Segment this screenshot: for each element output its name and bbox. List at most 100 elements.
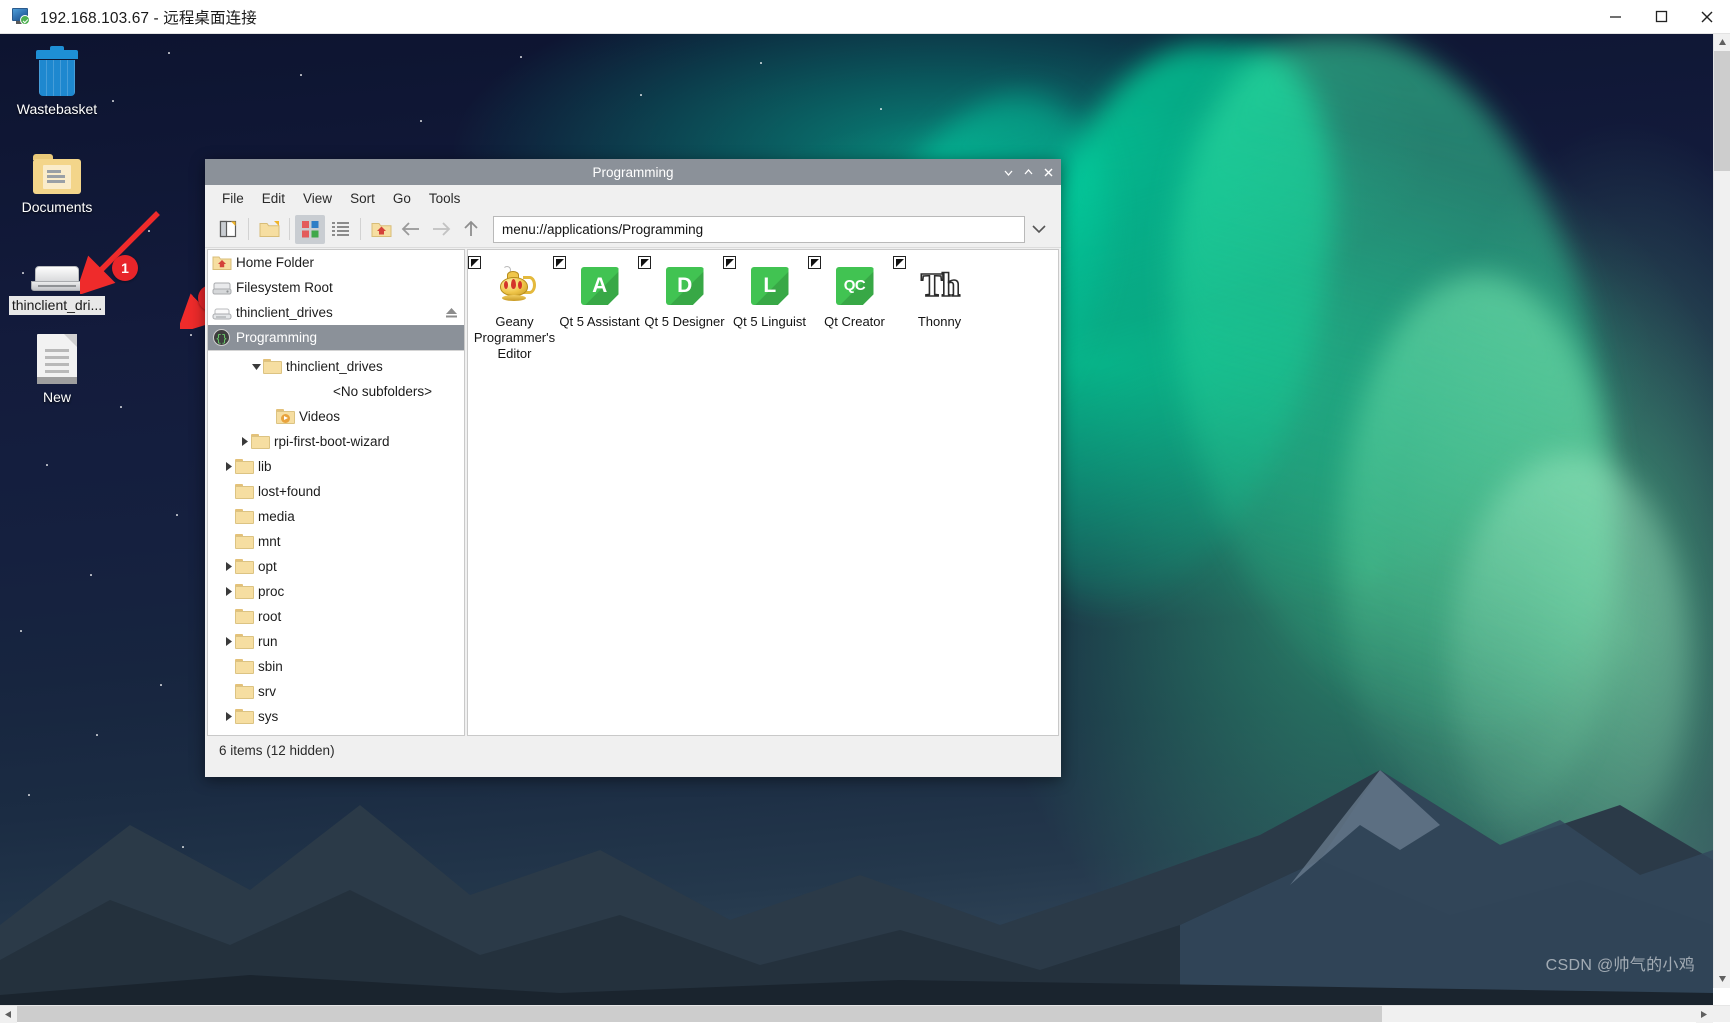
arrow-right-icon[interactable] [426,215,456,244]
new-folder-icon[interactable] [254,215,284,244]
horizontal-scroll-thumb[interactable] [17,1006,1382,1022]
symlink-emblem-icon [468,256,481,269]
drive-icon [1,236,113,292]
tree-row[interactable]: run [208,629,464,654]
place-thinclient-drives[interactable]: thinclient_drives [208,300,464,325]
directory-tree[interactable]: thinclient_drives <No subfolders> Videos [208,351,464,735]
menu-file[interactable]: File [214,188,252,209]
app-item-qt5-assistant[interactable]: A Qt 5 Assistant [557,258,642,362]
eject-icon[interactable] [445,306,458,322]
folder-icon [263,359,282,374]
vertical-scrollbar[interactable] [1713,34,1730,988]
tree-label: run [258,634,278,649]
chevron-down-icon[interactable] [1025,216,1053,243]
app-item-label: Qt 5 Assistant [557,314,642,330]
menu-go[interactable]: Go [385,188,419,209]
close-icon[interactable] [1039,161,1057,183]
tree-label: root [258,609,281,624]
chevron-right-icon[interactable] [238,429,251,454]
tree-row[interactable]: thinclient_drives [208,354,464,379]
menu-edit[interactable]: Edit [254,188,293,209]
scroll-left-icon[interactable] [0,1006,17,1023]
app-item-geany[interactable]: Geany Programmer's Editor [472,258,557,362]
symlink-emblem-icon [553,256,566,269]
desktop-icon-thinclient-drives[interactable]: thinclient_dri... [1,236,113,315]
tree-row: <No subfolders> [208,379,464,404]
place-home-folder[interactable]: Home Folder [208,250,464,275]
tree-label: thinclient_drives [286,359,383,374]
tree-row[interactable]: root [208,604,464,629]
path-value: menu://applications/Programming [502,222,703,237]
chevron-right-icon[interactable] [222,454,235,479]
chevron-down-icon[interactable] [250,354,263,379]
app-item-qt5-linguist[interactable]: L Qt 5 Linguist [727,258,812,362]
minimize-icon[interactable] [1592,0,1638,33]
scroll-up-icon[interactable] [1714,34,1730,51]
place-label: Filesystem Root [236,280,333,295]
maximize-icon[interactable] [1638,0,1684,33]
tree-row[interactable]: sbin [208,654,464,679]
annotation-badge-1: 1 [112,255,138,281]
desktop-icon-documents[interactable]: Documents [1,138,113,217]
app-item-label: Qt Creator [812,314,897,330]
arrow-up-icon[interactable] [456,215,486,244]
scroll-down-icon[interactable] [1714,971,1730,988]
minimize-icon[interactable] [999,161,1017,183]
place-filesystem-root[interactable]: Filesystem Root [208,275,464,300]
qt-glyph: L [751,267,789,305]
maximize-icon[interactable] [1019,161,1037,183]
tree-row[interactable]: Videos [208,404,464,429]
tree-label: lib [258,459,272,474]
scroll-right-icon[interactable] [1696,1006,1713,1023]
tree-label: sbin [258,659,283,674]
app-item-qt-creator[interactable]: QC Qt Creator [812,258,897,362]
icon-view-icon[interactable] [295,215,325,244]
tree-row[interactable]: lost+found [208,479,464,504]
code-braces-icon: {} [212,329,232,346]
home-icon[interactable] [366,215,396,244]
side-pane: Home Folder Filesystem Root [207,249,465,736]
file-manager-titlebar[interactable]: Programming [205,159,1061,185]
menu-bar: File Edit View Sort Go Tools [205,185,1061,211]
file-manager-window-controls [999,159,1057,185]
qt-assistant-icon: A [557,262,642,310]
tree-label: opt [258,559,277,574]
menu-tools[interactable]: Tools [421,188,469,209]
app-item-label: Qt 5 Linguist [727,314,812,330]
chevron-right-icon[interactable] [222,554,235,579]
app-item-label: Qt 5 Designer [642,314,727,330]
folder-icon [235,609,254,624]
tree-row[interactable]: opt [208,554,464,579]
desktop-icon-new[interactable]: New [1,328,113,407]
arrow-left-icon[interactable] [396,215,426,244]
menu-view[interactable]: View [295,188,340,209]
chevron-right-icon[interactable] [222,579,235,604]
chevron-right-icon[interactable] [222,704,235,729]
tree-row[interactable]: media [208,504,464,529]
desktop-icon-wastebasket[interactable]: Wastebasket [1,40,113,119]
tree-row[interactable]: srv [208,679,464,704]
tree-row[interactable]: mnt [208,529,464,554]
tree-row[interactable]: lib [208,454,464,479]
remote-desktop-canvas[interactable]: Wastebasket Documents thinclient_dri... [0,34,1713,1005]
folder-icon [235,584,254,599]
app-item-qt5-designer[interactable]: D Qt 5 Designer [642,258,727,362]
place-label: Programming [236,330,317,345]
folder-icon [235,634,254,649]
vertical-scroll-thumb[interactable] [1714,51,1730,171]
chevron-right-icon[interactable] [222,629,235,654]
application-icon-view[interactable]: Geany Programmer's Editor A Qt 5 Assista… [467,249,1059,736]
place-programming[interactable]: {} Programming [208,325,464,350]
horizontal-scrollbar[interactable] [0,1005,1730,1022]
app-item-thonny[interactable]: Th Thonny [897,258,982,362]
close-icon[interactable] [1684,0,1730,33]
tree-row[interactable]: proc [208,579,464,604]
menu-sort[interactable]: Sort [342,188,383,209]
tree-row[interactable]: sys [208,704,464,729]
path-input[interactable]: menu://applications/Programming [493,216,1025,243]
list-view-icon[interactable] [325,215,355,244]
tree-row[interactable]: rpi-first-boot-wizard [208,429,464,454]
file-manager-title: Programming [592,165,673,180]
new-tab-icon[interactable] [213,215,243,244]
file-manager-window: Programming File Edit View Sor [205,159,1061,777]
